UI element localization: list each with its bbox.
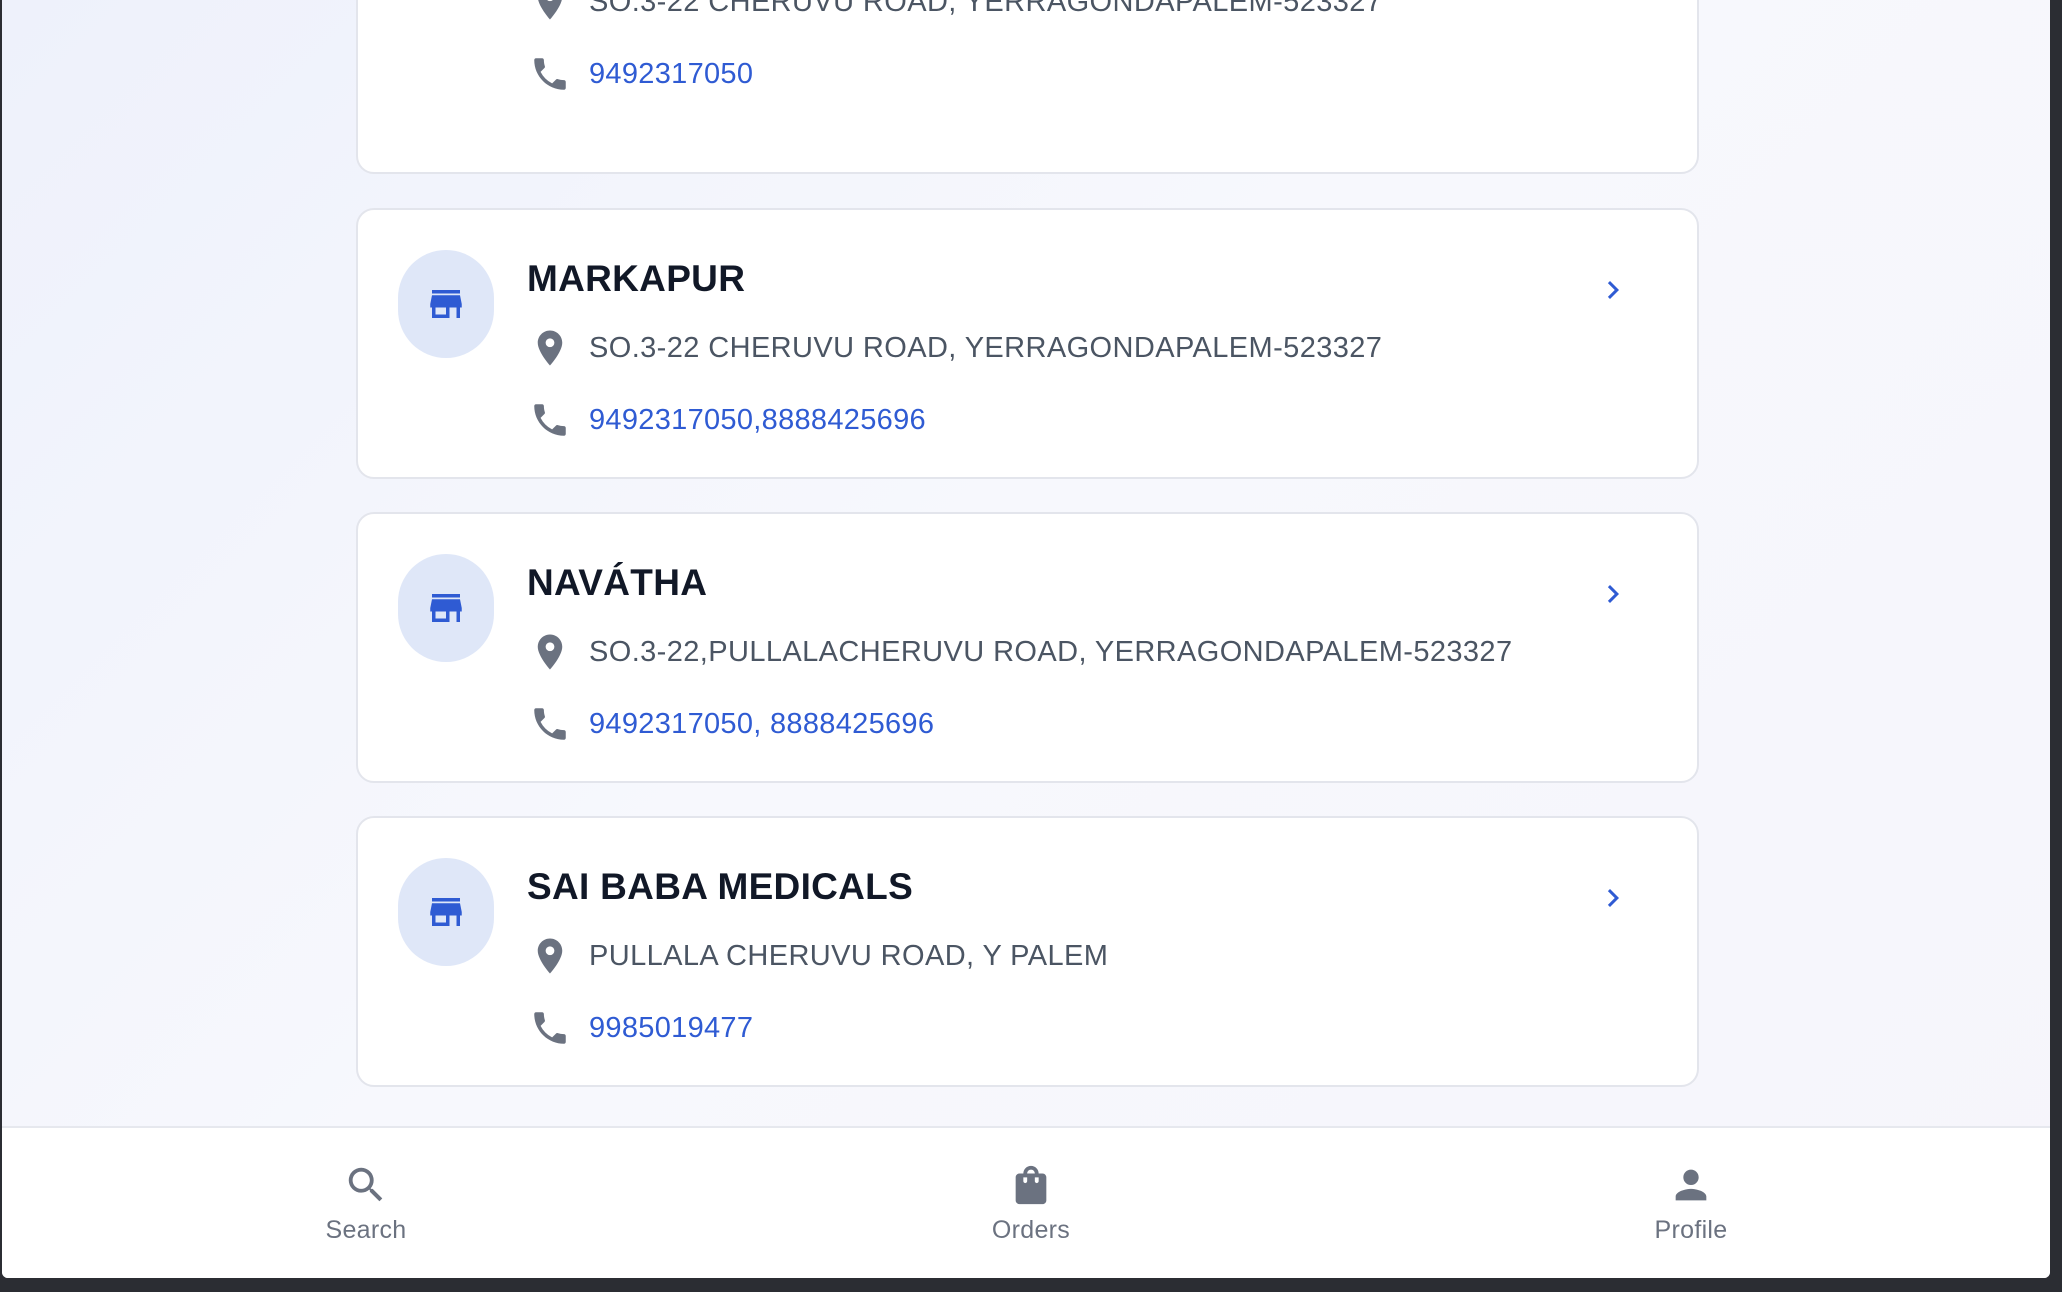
address-row: SO.3-22 CHERUVU ROAD, YERRAGONDAPALEM-52… bbox=[527, 324, 1382, 372]
store-phone-link[interactable]: 9492317050 bbox=[589, 58, 753, 91]
phone-icon bbox=[527, 1005, 573, 1051]
phone-icon bbox=[527, 397, 573, 443]
store-icon bbox=[430, 898, 462, 926]
nav-label: Orders bbox=[991, 1215, 1071, 1244]
phone-icon bbox=[527, 701, 573, 747]
shopping-bag-icon bbox=[1008, 1162, 1054, 1208]
person-icon bbox=[1668, 1162, 1714, 1208]
store-phone-link[interactable]: 9492317050, 8888425696 bbox=[589, 708, 934, 741]
store-phone-link[interactable]: 9985019477 bbox=[589, 1012, 753, 1045]
address-row: PULLALA CHERUVU ROAD, Y PALEM bbox=[527, 932, 1108, 980]
search-icon bbox=[343, 1162, 389, 1208]
location-pin-icon bbox=[527, 933, 573, 979]
store-icon bbox=[430, 594, 462, 622]
store-phone-link[interactable]: 9492317050,8888425696 bbox=[589, 404, 926, 437]
store-card[interactable]: NAVÁTHA SO.3-22,PULLALACHERUVU ROAD, YER… bbox=[356, 512, 1699, 783]
address-row: SO.3-22 CHERUVU ROAD, YERRAGONDAPALEM-52… bbox=[527, 0, 1382, 26]
store-icon bbox=[430, 290, 462, 318]
chevron-right-icon[interactable] bbox=[1595, 576, 1631, 612]
store-address: SO.3-22,PULLALACHERUVU ROAD, YERRAGONDAP… bbox=[589, 635, 1513, 668]
address-row: SO.3-22,PULLALACHERUVU ROAD, YERRAGONDAP… bbox=[527, 628, 1513, 676]
app-viewport: SO.3-22 CHERUVU ROAD, YERRAGONDAPALEM-52… bbox=[2, 0, 2050, 1278]
store-avatar bbox=[398, 858, 494, 966]
location-pin-icon bbox=[527, 0, 573, 25]
nav-profile[interactable]: Profile bbox=[1591, 1128, 1791, 1278]
location-pin-icon bbox=[527, 325, 573, 371]
phone-row[interactable]: 9492317050,8888425696 bbox=[527, 396, 926, 444]
store-address: SO.3-22 CHERUVU ROAD, YERRAGONDAPALEM-52… bbox=[589, 331, 1383, 364]
phone-row[interactable]: 9492317050, 8888425696 bbox=[527, 700, 934, 748]
phone-icon bbox=[527, 51, 573, 97]
location-pin-icon bbox=[527, 629, 573, 675]
store-name: MARKAPUR bbox=[527, 258, 746, 299]
store-card[interactable]: SO.3-22 CHERUVU ROAD, YERRAGONDAPALEM-52… bbox=[356, 0, 1699, 174]
store-avatar bbox=[398, 250, 494, 358]
phone-row[interactable]: 9985019477 bbox=[527, 1004, 753, 1052]
store-avatar bbox=[398, 554, 494, 662]
chevron-right-icon[interactable] bbox=[1595, 880, 1631, 916]
nav-orders[interactable]: Orders bbox=[931, 1128, 1131, 1278]
chevron-right-icon[interactable] bbox=[1595, 272, 1631, 308]
store-address: PULLALA CHERUVU ROAD, Y PALEM bbox=[589, 939, 1109, 972]
nav-search[interactable]: Search bbox=[266, 1128, 466, 1278]
nav-label: Profile bbox=[1654, 1215, 1728, 1244]
store-name: NAVÁTHA bbox=[527, 562, 708, 603]
nav-label: Search bbox=[325, 1215, 407, 1244]
store-card[interactable]: MARKAPUR SO.3-22 CHERUVU ROAD, YERRAGOND… bbox=[356, 208, 1699, 479]
store-address: SO.3-22 CHERUVU ROAD, YERRAGONDAPALEM-52… bbox=[589, 0, 1383, 18]
store-card[interactable]: SAI BABA MEDICALS PULLALA CHERUVU ROAD, … bbox=[356, 816, 1699, 1087]
store-name: SAI BABA MEDICALS bbox=[527, 866, 914, 907]
bottom-nav: Search Orders Profile bbox=[2, 1126, 2050, 1278]
phone-row[interactable]: 9492317050 bbox=[527, 50, 753, 98]
